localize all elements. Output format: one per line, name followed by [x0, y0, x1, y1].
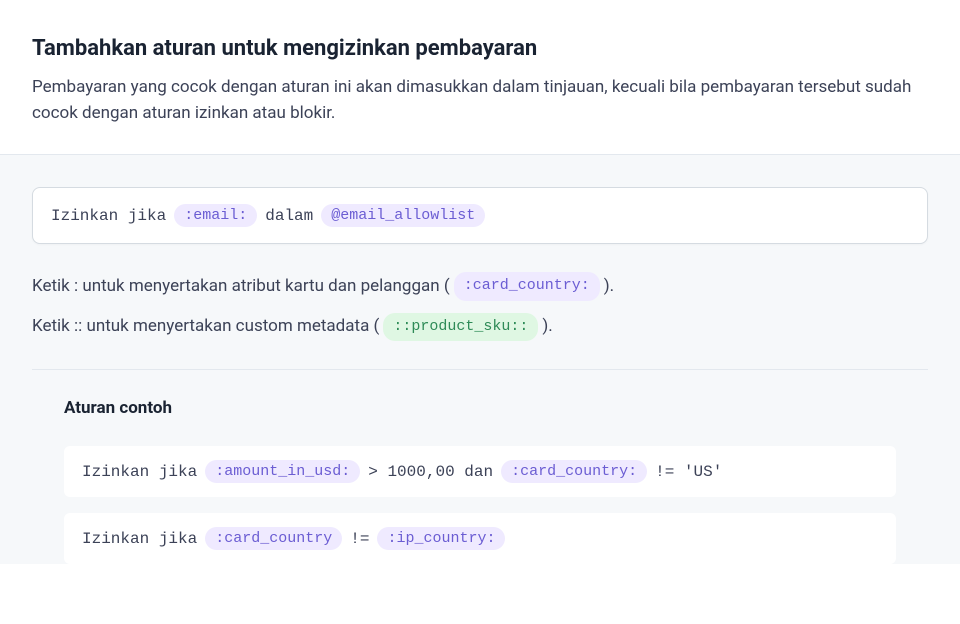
hint-metadata: Ketik :: untuk menyertakan custom metada… — [32, 313, 928, 342]
examples-title: Aturan contoh — [64, 398, 896, 418]
product-sku-token: ::product_sku:: — [383, 313, 538, 342]
page-description: Pembayaran yang cocok dengan aturan ini … — [32, 75, 928, 126]
rule-middle-text: dalam — [265, 207, 313, 225]
example-rule-1[interactable]: Izinkan jika :amount_in_usd: > 1000,00 d… — [64, 446, 896, 497]
rule-input-field[interactable]: Izinkan jika :email: dalam @email_allowl… — [32, 187, 928, 244]
hint-text: Ketik : untuk menyertakan atribut kartu … — [32, 274, 450, 300]
example-operator: != — [350, 530, 369, 548]
ip-country-token: :ip_country: — [377, 527, 505, 550]
example-rule-2[interactable]: Izinkan jika :card_country != :ip_countr… — [64, 513, 896, 564]
rule-prefix-text: Izinkan jika — [51, 207, 166, 225]
card-country-token: :card_country: — [501, 460, 647, 483]
rule-editor-panel: Tambahkan aturan untuk mengizinkan pemba… — [0, 0, 960, 624]
card-country-token: :card_country — [205, 527, 342, 550]
examples-section: Aturan contoh Izinkan jika :amount_in_us… — [32, 369, 928, 564]
amount-token: :amount_in_usd: — [205, 460, 360, 483]
example-operator: != 'US' — [655, 463, 722, 481]
card-country-token: :card_country: — [454, 272, 600, 301]
page-title: Tambahkan aturan untuk mengizinkan pemba… — [32, 36, 928, 61]
allowlist-token[interactable]: @email_allowlist — [321, 204, 485, 227]
hint-attribute: Ketik : untuk menyertakan atribut kartu … — [32, 272, 928, 301]
hints-section: Ketik : untuk menyertakan atribut kartu … — [32, 272, 928, 341]
example-prefix: Izinkan jika — [82, 530, 197, 548]
header-section: Tambahkan aturan untuk mengizinkan pemba… — [0, 0, 960, 154]
email-token[interactable]: :email: — [174, 204, 257, 227]
hint-text: ). — [542, 314, 552, 340]
example-prefix: Izinkan jika — [82, 463, 197, 481]
content-section: Izinkan jika :email: dalam @email_allowl… — [0, 155, 960, 564]
example-operator: > 1000,00 dan — [368, 463, 493, 481]
hint-text: ). — [604, 274, 614, 300]
hint-text: Ketik :: untuk menyertakan custom metada… — [32, 314, 379, 340]
